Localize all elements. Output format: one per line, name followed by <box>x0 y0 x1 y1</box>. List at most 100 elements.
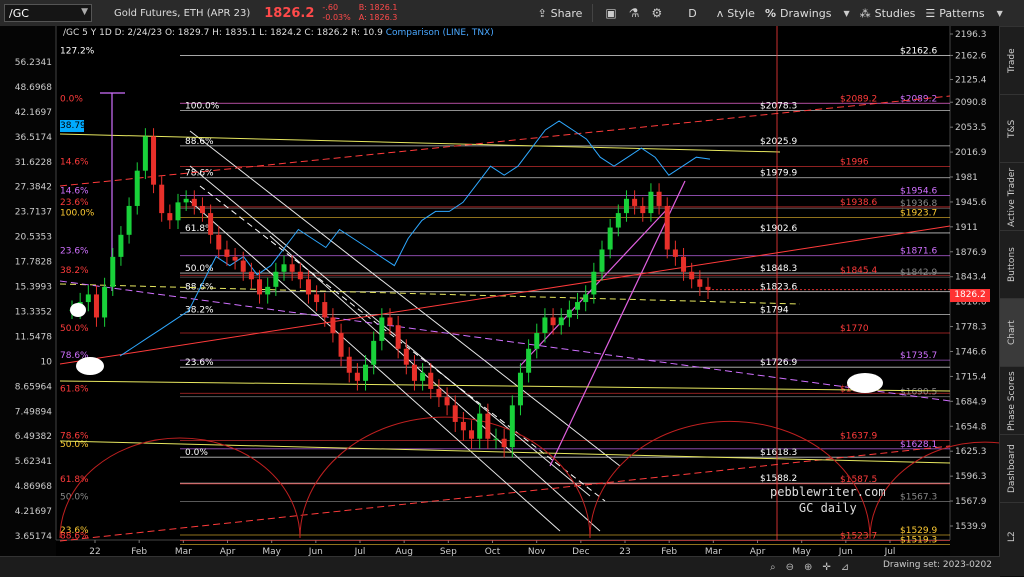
candle-body <box>142 136 148 171</box>
patterns-button[interactable]: ☰ Patterns <box>925 7 984 20</box>
candle-body <box>672 249 678 257</box>
studies-button[interactable]: ⁂ Studies <box>860 7 916 20</box>
style-button[interactable]: ʌ Style <box>717 7 755 20</box>
candle-body <box>265 286 271 295</box>
right-axis-tick-label: 2196.3 <box>955 30 987 40</box>
price-chart[interactable]: 2196.3 2162.6 2125.4 2090.8 2053.5 2016.9 1981… <box>0 26 1024 557</box>
candle-body <box>526 348 532 373</box>
ruler-icon[interactable]: ⊿ <box>841 562 849 573</box>
candle-body <box>183 198 189 203</box>
candle-body <box>664 205 670 250</box>
fib-level-label: 23.6% <box>60 198 89 208</box>
status-bar: ⌕ ⊖ ⊕ ✛ ⊿ <box>0 556 1000 577</box>
right-sidebar: Trade T&S Active Trader Buttons Chart Phase S… <box>999 26 1024 576</box>
drawing-set-label[interactable]: Drawing set: 2023-0202 <box>883 560 992 570</box>
symbol-text: /GC <box>9 6 29 20</box>
fib-level-label: 0.0% <box>60 94 83 104</box>
price-change-pct: -0.03% <box>322 13 351 22</box>
price-level-label: $1938.6 <box>840 198 877 208</box>
crosshair-icon[interactable]: ✛ <box>822 562 830 573</box>
candle-body <box>175 202 181 221</box>
fib-level-label: 14.6% <box>60 158 89 168</box>
candle-body <box>126 205 132 235</box>
toolbar: /GC ▼ Gold Futures, ETH (APR 23) 1826.2 -… <box>0 0 1024 27</box>
x-axis-tick-label: Feb <box>131 547 147 556</box>
sidebar-tab-phase-scores[interactable]: Phase Scores <box>1000 366 1024 435</box>
candle-body <box>85 294 91 303</box>
sidebar-tab-chart[interactable]: Chart <box>1000 298 1024 367</box>
screen-icon[interactable]: ▣ <box>605 6 616 20</box>
candle-body <box>134 170 140 206</box>
chevron-down-icon[interactable]: ▼ <box>997 9 1003 18</box>
candle-body <box>428 372 434 389</box>
left-axis-tick-label: 20.5353 <box>15 233 52 243</box>
price-level-label: $1954.6 <box>900 187 937 197</box>
right-axis-tick-label: 1684.9 <box>955 397 987 407</box>
drawings-button[interactable]: % Drawings <box>765 7 832 20</box>
watermark-site: pebblewriter.com <box>770 485 886 499</box>
candle-body <box>159 184 165 214</box>
ask-price: A: 1826.3 <box>358 13 398 22</box>
last-price: 1826.2 <box>264 5 315 21</box>
sidebar-tab-dashboard[interactable]: Dashboard <box>1000 434 1024 503</box>
candle-body <box>403 348 409 365</box>
chart-area[interactable]: 2196.3 2162.6 2125.4 2090.8 2053.5 2016.9 1981… <box>0 26 1024 557</box>
candle-body <box>493 438 499 440</box>
chevron-down-icon[interactable]: ▼ <box>843 9 849 18</box>
fib-level-label: 127.2% <box>60 46 95 56</box>
left-axis-tick-label: 5.62341 <box>15 457 52 467</box>
candle-body <box>330 317 336 334</box>
symbol-input[interactable]: /GC ▼ <box>4 4 92 22</box>
right-axis-tick-label: 2125.4 <box>955 75 987 85</box>
zoom-out-icon[interactable]: ⊖ <box>786 562 794 573</box>
candle-body <box>191 198 197 206</box>
candle-body <box>534 333 540 349</box>
period-button[interactable]: D <box>688 7 696 20</box>
gear-icon[interactable]: ⚙ <box>652 6 663 20</box>
x-axis-tick-label: 23 <box>619 547 630 556</box>
annotation-ellipse <box>70 303 86 317</box>
share-label: Share <box>550 6 583 20</box>
candle-body <box>697 279 703 287</box>
share-button[interactable]: ⇪ Share <box>537 7 582 20</box>
price-level-label: $1523.7 <box>840 532 877 542</box>
candle-body <box>199 205 205 214</box>
price-change: -.60 <box>322 3 339 12</box>
candle-body <box>583 294 589 303</box>
x-axis-tick-label: Apr <box>220 547 236 556</box>
x-axis-tick-label: Sep <box>440 547 457 556</box>
candle-body <box>289 264 295 272</box>
annotation-ellipse <box>847 373 883 393</box>
fib-level-label: 61.8% <box>60 384 89 394</box>
x-axis-tick-label: Nov <box>528 547 546 556</box>
watermark-caption: GC daily <box>798 501 857 515</box>
right-axis-tick-label: 2053.5 <box>955 123 987 133</box>
fib-level-label: 38.2% <box>60 266 89 276</box>
sidebar-tab-active-trader[interactable]: Active Trader <box>1000 162 1024 231</box>
sidebar-tab-t-s[interactable]: T&S <box>1000 94 1024 163</box>
x-axis-tick-label: Oct <box>485 547 501 556</box>
comparison-last-tag: 38.79 <box>60 120 86 132</box>
price-level-label: $2025.9 <box>760 137 797 147</box>
left-axis-tick-label: 56.2341 <box>15 58 52 68</box>
sidebar-tab-trade[interactable]: Trade <box>1000 26 1024 95</box>
candle-body <box>517 372 523 406</box>
magnifier-icon[interactable]: ⌕ <box>770 562 776 573</box>
candle-body <box>167 213 173 221</box>
candle-body <box>575 302 581 310</box>
zoom-in-icon[interactable]: ⊕ <box>804 562 812 573</box>
price-level-label: $1848.3 <box>760 264 797 274</box>
fib-level-label: 23.6% <box>185 358 214 368</box>
right-axis-tick-label: 2162.6 <box>955 51 987 61</box>
chevron-down-icon[interactable]: ▼ <box>81 7 88 17</box>
sidebar-tab-l2[interactable]: L2 <box>1000 502 1024 571</box>
candle-body <box>322 302 328 318</box>
candle-body <box>216 234 222 250</box>
sidebar-tab-buttons[interactable]: Buttons <box>1000 230 1024 299</box>
left-axis-tick-label: 7.49894 <box>15 407 52 417</box>
left-axis-tick-label: 11.5478 <box>15 332 52 342</box>
flask-icon[interactable]: ⚗ <box>629 6 640 20</box>
price-level-label: $1823.6 <box>760 283 797 293</box>
candle-body <box>411 364 417 381</box>
candle-body <box>257 279 263 295</box>
